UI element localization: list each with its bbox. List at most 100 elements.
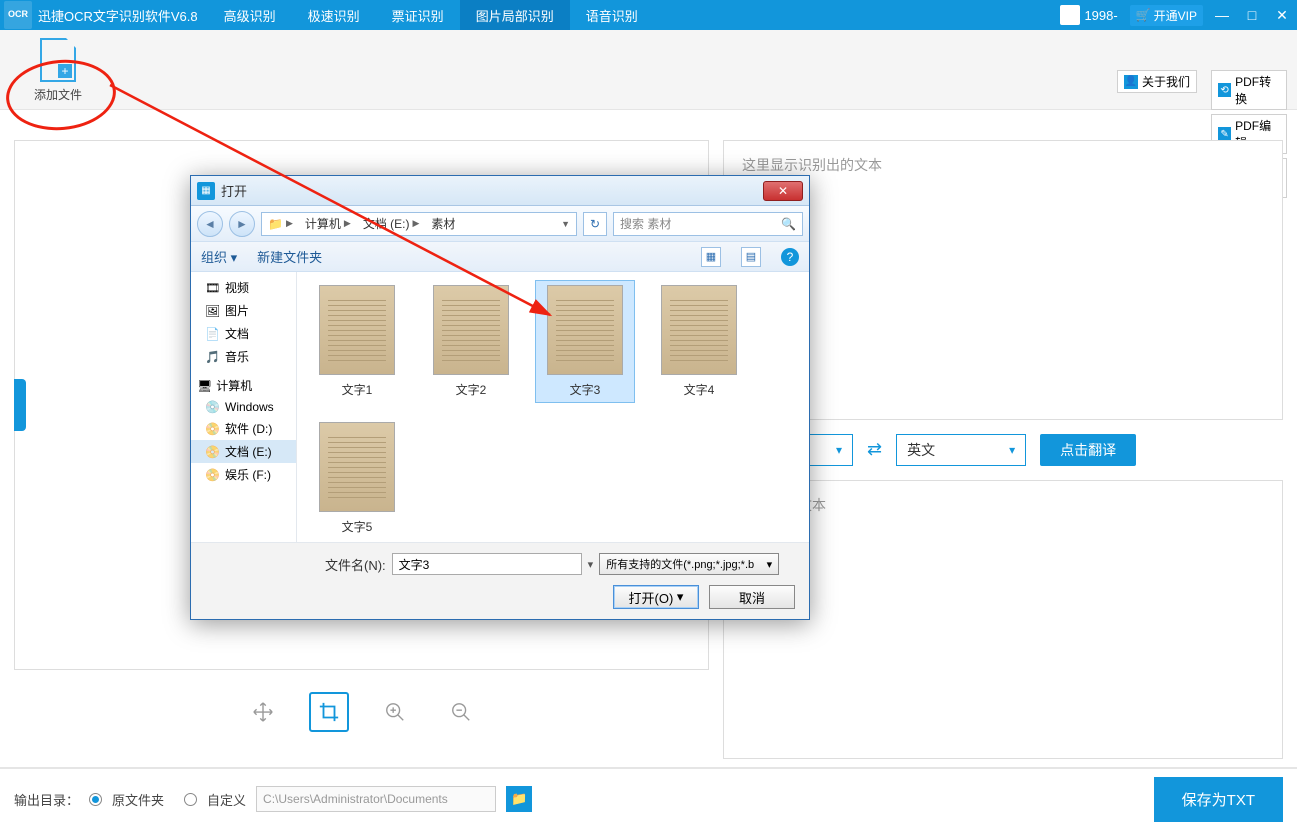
breadcrumb-seg[interactable]: 计算机 [305,215,341,232]
radio-custom-folder[interactable] [184,793,197,806]
output-path-input[interactable] [256,786,496,812]
close-button[interactable]: ✕ [1267,7,1297,24]
sidebar-drive-e[interactable]: 📀 文档 (E:) [191,440,296,463]
zoom-out-tool[interactable] [441,692,481,732]
sidebar-group-computer[interactable]: 🖥计算机 [191,374,296,397]
file-thumbnail [319,285,395,375]
filter-label: 所有支持的文件(*.png;*.jpg;*.b [606,556,754,572]
dialog-search-input[interactable]: 搜索 素材 🔍 [613,212,803,236]
address-bar[interactable]: 📁▶ 计算机▶ 文档 (E:)▶ 素材 ▼ [261,212,577,236]
move-tool[interactable] [243,692,283,732]
view-mode-button[interactable]: ▦ [701,247,721,267]
file-item[interactable]: 文字4 [649,280,749,403]
file-thumbnail [661,285,737,375]
radio-original-label: 原文件夹 [112,790,164,809]
about-button[interactable]: 👤 关于我们 [1117,70,1197,93]
pdf-convert-button[interactable]: ⟲ PDF转换 [1211,70,1287,110]
sidebar-item-video[interactable]: 🎞视频 [191,276,296,299]
refresh-button[interactable]: ↻ [583,212,607,236]
side-handle[interactable] [14,379,26,431]
breadcrumb-seg[interactable]: 文档 (E:) [363,215,410,232]
drive-icon: 📀 [205,468,221,482]
save-txt-button[interactable]: 保存为TXT [1154,777,1283,822]
file-item[interactable]: 文字1 [307,280,407,403]
dialog-title: 打开 [221,181,247,200]
about-label: 关于我们 [1142,73,1190,90]
dialog-cancel-button[interactable]: 取消 [709,585,795,609]
sidebar-item-pictures[interactable]: 🖼图片 [191,299,296,322]
organize-menu[interactable]: 组织 ▾ [201,247,237,266]
tab-advanced[interactable]: 高级识别 [208,0,292,30]
user-name-label: 1998- [1084,8,1117,23]
sidebar-drive-f[interactable]: 📀娱乐 (F:) [191,463,296,486]
sidebar-label: 文档 [225,325,249,342]
file-thumbnail [433,285,509,375]
output-dir-label: 输出目录： [14,790,79,809]
sidebar-label: 软件 (D:) [225,420,272,437]
sidebar-item-music[interactable]: 🎵 音乐 [191,345,296,368]
browse-folder-button[interactable]: 📁 [506,786,532,812]
file-open-dialog: ▦ 打开 ✕ ◄ ► 📁▶ 计算机▶ 文档 (E:)▶ 素材 ▼ ↻ 搜索 素材… [190,175,810,620]
convert-icon: ⟲ [1218,83,1231,97]
dialog-open-button[interactable]: 打开(O) ▾ [613,585,699,609]
swap-icon[interactable]: ⇄ [867,439,882,460]
tab-fast[interactable]: 极速识别 [292,0,376,30]
util-label: PDF转换 [1235,73,1280,107]
folder-icon: 📁 [268,217,283,231]
file-thumbnail [547,285,623,375]
vip-label: 开通VIP [1154,7,1197,24]
dialog-icon: ▦ [197,182,215,200]
file-item[interactable]: 文字5 [307,417,407,540]
nav-back-button[interactable]: ◄ [197,211,223,237]
minimize-button[interactable]: — [1207,7,1237,24]
dialog-help-button[interactable]: ? [781,248,799,266]
dialog-close-button[interactable]: ✕ [763,181,803,201]
dialog-titlebar[interactable]: ▦ 打开 ✕ [191,176,809,206]
file-filter-combo[interactable]: 所有支持的文件(*.png;*.jpg;*.b▾ [599,553,779,575]
sidebar-drive-d[interactable]: 📀 软件 (D:) [191,417,296,440]
nav-forward-button[interactable]: ► [229,211,255,237]
sidebar-item-documents[interactable]: 📄文档 [191,322,296,345]
file-item[interactable]: 文字3 [535,280,635,403]
file-name: 文字1 [312,381,402,398]
vip-button[interactable]: 🛒 开通VIP [1130,5,1203,26]
sidebar-label: 音乐 [225,348,249,365]
radio-custom-label: 自定义 [207,790,246,809]
titlebar: OCR 迅捷OCR文字识别软件V6.8 高级识别 极速识别 票证识别 图片局部识… [0,0,1297,30]
file-name: 文字3 [540,381,630,398]
file-name: 文字2 [426,381,516,398]
translate-button[interactable]: 点击翻译 [1040,434,1136,466]
breadcrumb-seg[interactable]: 素材 [431,215,455,232]
cart-icon: 🛒 [1136,8,1151,22]
zoom-in-tool[interactable] [375,692,415,732]
file-name: 文字4 [654,381,744,398]
bottom-bar: 输出目录： 原文件夹 自定义 📁 保存为TXT [0,767,1297,829]
file-list: 文字1 文字2 文字3 文字4 文字5 [297,272,809,542]
music-icon: 🎵 [205,350,221,364]
avatar-icon [1060,5,1080,25]
drive-icon: 📀 [205,422,221,436]
tab-region[interactable]: 图片局部识别 [460,0,570,30]
new-folder-button[interactable]: 新建文件夹 [257,247,322,266]
chevron-down-icon: ▾ [1009,443,1015,457]
file-item[interactable]: 文字2 [421,280,521,403]
view-mode-button-2[interactable]: ▤ [741,247,761,267]
radio-original-folder[interactable] [89,793,102,806]
tab-ticket[interactable]: 票证识别 [376,0,460,30]
target-lang-select[interactable]: 英文▾ [896,434,1026,466]
sidebar-drive-c[interactable]: 💿Windows [191,397,296,417]
sidebar-label: 视频 [225,279,249,296]
person-icon: 👤 [1124,75,1138,89]
drive-icon: 📀 [205,445,221,459]
crop-tool[interactable] [309,692,349,732]
maximize-button[interactable]: □ [1237,7,1267,24]
user-section[interactable]: 1998- [1052,5,1125,25]
file-name: 文字5 [312,518,402,535]
add-file-button[interactable]: + 添加文件 [18,38,98,103]
add-file-label: 添加文件 [18,86,98,103]
document-add-icon: + [40,38,76,82]
filename-input[interactable] [392,553,582,575]
tab-voice[interactable]: 语音识别 [570,0,654,30]
sidebar-label: 文档 (E:) [225,443,272,460]
file-thumbnail [319,422,395,512]
